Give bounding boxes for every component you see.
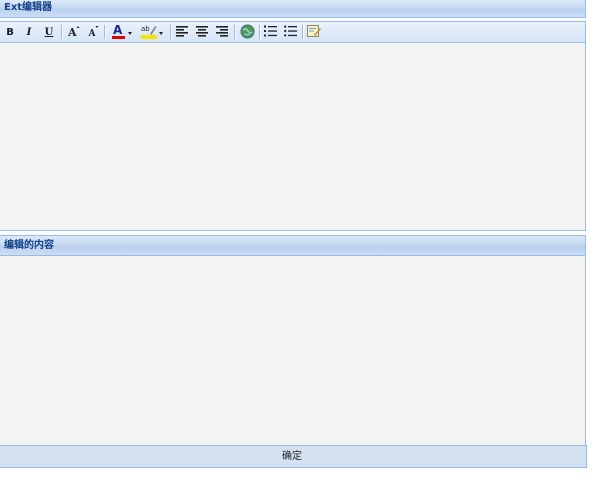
- toolbar-separator: [259, 25, 261, 39]
- content-panel-title: 编辑的内容: [4, 240, 54, 251]
- toolbar-separator: [170, 25, 172, 39]
- source-edit-icon: [306, 24, 321, 41]
- toolbar-separator: [61, 25, 63, 39]
- font-size-increase-button[interactable]: A: [66, 24, 82, 41]
- editor-textarea[interactable]: [0, 43, 586, 231]
- svg-text:A: A: [113, 23, 123, 37]
- italic-label: I: [26, 26, 32, 38]
- create-link-icon: [240, 24, 255, 42]
- underline-button[interactable]: U: [41, 24, 57, 41]
- unordered-list-icon: [283, 25, 297, 40]
- font-size-increase-icon: A: [67, 24, 81, 41]
- align-center-button[interactable]: [194, 24, 210, 41]
- highlight-dropdown-icon: [159, 31, 163, 35]
- font-size-decrease-button[interactable]: A: [86, 24, 100, 41]
- align-left-button[interactable]: [174, 24, 190, 41]
- svg-text:A: A: [67, 26, 77, 38]
- font-color-dropdown-icon: [127, 31, 132, 35]
- font-size-decrease-icon: A: [87, 24, 100, 41]
- confirm-button[interactable]: 确定: [273, 449, 311, 465]
- unordered-list-button[interactable]: [282, 24, 298, 41]
- editor-panel-header: Ext编辑器: [0, 0, 586, 18]
- toolbar-separator: [104, 25, 106, 39]
- ordered-list-icon: [263, 25, 277, 40]
- ordered-list-button[interactable]: [262, 24, 278, 41]
- highlight-color-button[interactable]: ab: [139, 24, 165, 41]
- toolbar-separator: [302, 25, 304, 39]
- editor-panel-title: Ext编辑器: [4, 2, 53, 13]
- create-link-button[interactable]: [238, 24, 256, 41]
- align-left-icon: [176, 25, 188, 40]
- panel-footer: 确定: [0, 445, 587, 468]
- align-right-icon: [216, 25, 228, 40]
- bold-button[interactable]: B: [3, 24, 17, 41]
- italic-button[interactable]: I: [22, 24, 36, 41]
- svg-text:ab: ab: [141, 25, 150, 33]
- content-display-area: [0, 256, 586, 445]
- highlight-color-icon: ab: [141, 23, 157, 42]
- svg-text:A: A: [87, 29, 96, 38]
- content-panel-header: 编辑的内容: [0, 235, 586, 256]
- font-color-button[interactable]: A: [108, 23, 134, 42]
- align-center-icon: [196, 25, 208, 40]
- underline-label: U: [44, 26, 54, 38]
- bold-label: B: [6, 26, 14, 38]
- source-edit-button[interactable]: [305, 24, 322, 41]
- font-color-icon: A: [111, 23, 126, 42]
- toolbar-separator: [234, 25, 236, 39]
- editor-toolbar: B I U A A A ab: [0, 21, 586, 43]
- align-right-button[interactable]: [214, 24, 230, 41]
